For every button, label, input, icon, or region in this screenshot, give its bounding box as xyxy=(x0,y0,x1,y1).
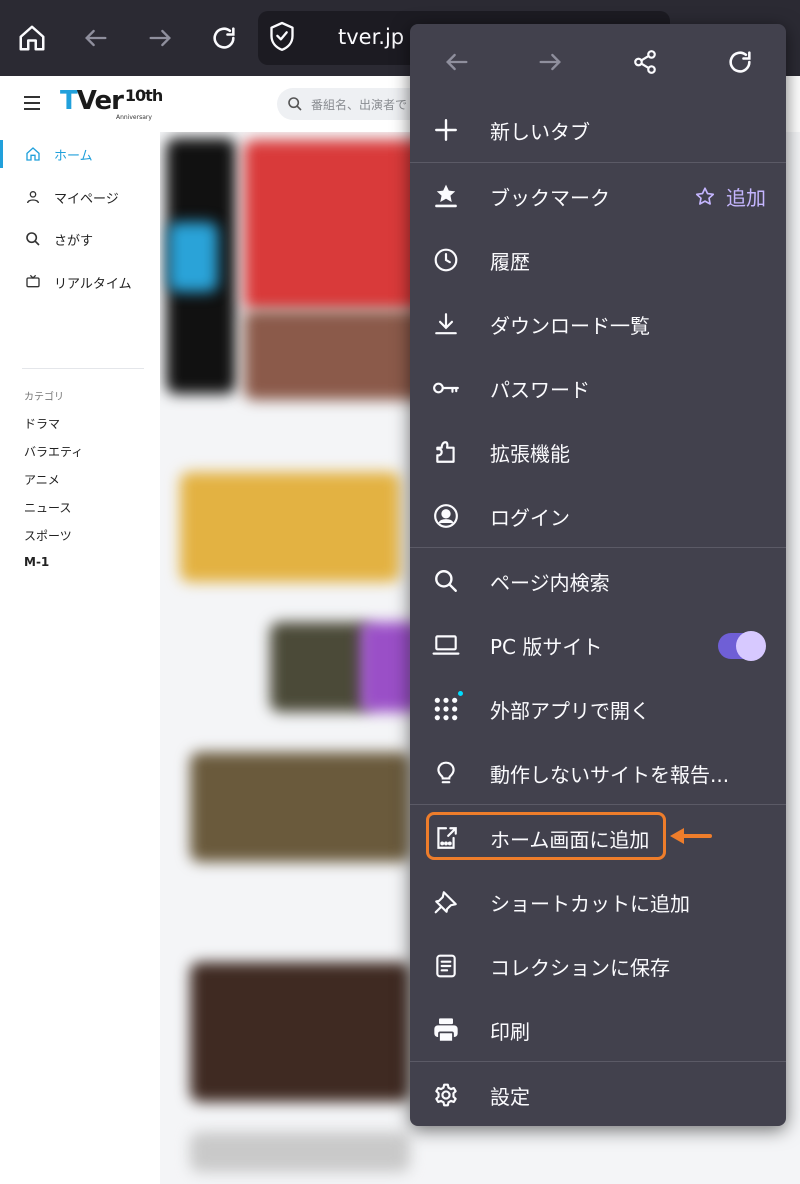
home-button[interactable] xyxy=(12,18,52,58)
arrow-right-icon xyxy=(539,53,561,71)
menu-separator xyxy=(410,547,786,548)
desktop-site-toggle[interactable] xyxy=(718,631,766,661)
search-icon xyxy=(432,567,460,595)
home-icon xyxy=(24,145,42,163)
blurred-thumbnail xyxy=(180,472,400,582)
arrow-left-icon xyxy=(85,29,107,47)
nav-search[interactable]: さがす xyxy=(0,219,160,259)
menu-item-new-tab[interactable]: 新しいタブ xyxy=(410,98,786,162)
back-button[interactable] xyxy=(76,18,116,58)
url-text: tver.jp xyxy=(338,25,405,49)
site-sidebar: ホーム マイページ さがす リアルタイム カテゴリ ドラマ バラエティ アニメ … xyxy=(0,132,160,1184)
arrow-right-icon xyxy=(149,29,171,47)
menu-item-downloads[interactable]: ダウンロード一覧 xyxy=(410,292,786,356)
menu-back-button[interactable] xyxy=(437,42,477,82)
menu-item-passwords[interactable]: パスワード xyxy=(410,356,786,420)
menu-item-history[interactable]: 履歴 xyxy=(410,228,786,292)
account-icon xyxy=(432,502,460,530)
menu-item-desktop-site[interactable]: PC 版サイト xyxy=(410,613,786,677)
menu-item-add-shortcut[interactable]: ショートカットに追加 xyxy=(410,870,786,934)
blurred-thumbnail xyxy=(190,752,410,862)
bookmark-star-icon xyxy=(432,182,460,210)
search-icon xyxy=(288,97,302,111)
search-icon xyxy=(24,230,42,248)
reload-icon xyxy=(729,51,751,73)
blurred-thumbnail xyxy=(168,222,218,292)
category-variety[interactable]: バラエティ xyxy=(24,443,83,460)
category-heading: カテゴリ xyxy=(24,392,64,403)
blurred-thumbnail xyxy=(190,1132,410,1172)
menu-item-settings[interactable]: 設定 xyxy=(410,1063,786,1126)
person-icon xyxy=(24,188,42,206)
menu-item-bookmark[interactable]: ブックマーク 追加 xyxy=(410,164,786,228)
star-outline-icon xyxy=(694,186,716,208)
menu-item-extensions[interactable]: 拡張機能 xyxy=(410,420,786,484)
menu-item-find-in-page[interactable]: ページ内検索 xyxy=(410,549,786,613)
print-icon xyxy=(432,1016,460,1044)
nav-home[interactable]: ホーム xyxy=(0,134,160,174)
laptop-icon xyxy=(432,631,460,659)
plus-icon xyxy=(432,116,460,144)
arrow-left-icon xyxy=(446,53,468,71)
category-drama[interactable]: ドラマ xyxy=(24,415,60,432)
reload-icon xyxy=(213,27,235,49)
download-icon xyxy=(432,310,460,338)
menu-item-login[interactable]: ログイン xyxy=(410,484,786,548)
tver-logo[interactable]: TVer 10th Anniversary xyxy=(60,86,163,121)
bookmark-add-button[interactable]: 追加 xyxy=(694,182,766,211)
menu-forward-button[interactable] xyxy=(530,42,570,82)
menu-item-report-site[interactable]: 動作しないサイトを報告... xyxy=(410,741,786,805)
category-news[interactable]: ニュース xyxy=(24,499,71,516)
arrow-left-icon xyxy=(670,828,712,844)
reload-button[interactable] xyxy=(204,18,244,58)
highlight-box xyxy=(426,812,666,860)
menu-separator xyxy=(410,804,786,805)
hamburger-menu-icon[interactable] xyxy=(24,96,40,110)
menu-nav-row xyxy=(410,24,786,100)
menu-separator xyxy=(410,1061,786,1062)
forward-button[interactable] xyxy=(140,18,180,58)
menu-item-save-to-collection[interactable]: コレクションに保存 xyxy=(410,934,786,998)
menu-item-open-in-app[interactable]: 外部アプリで開く xyxy=(410,677,786,741)
key-icon xyxy=(432,374,460,402)
menu-share-button[interactable] xyxy=(625,42,665,82)
blurred-thumbnail xyxy=(190,962,410,1102)
menu-reload-button[interactable] xyxy=(720,42,760,82)
nav-realtime[interactable]: リアルタイム xyxy=(0,262,160,302)
share-icon xyxy=(634,50,656,74)
sidebar-divider xyxy=(22,368,144,369)
menu-item-print[interactable]: 印刷 xyxy=(410,998,786,1062)
menu-separator xyxy=(410,162,786,163)
gear-icon xyxy=(432,1081,460,1109)
notification-dot xyxy=(456,689,465,698)
category-anime[interactable]: アニメ xyxy=(24,471,60,488)
collection-icon xyxy=(432,952,460,980)
toggle-knob xyxy=(736,631,766,661)
home-icon xyxy=(19,25,45,51)
nav-mypage[interactable]: マイページ xyxy=(0,177,160,217)
category-sports[interactable]: スポーツ xyxy=(24,527,72,544)
lightbulb-icon xyxy=(432,759,460,787)
category-m1[interactable]: M-1 xyxy=(24,555,49,569)
browser-menu: 新しいタブ ブックマーク 追加 履歴 ダウンロード一覧 パスワード 拡張機能 ロ… xyxy=(410,24,786,1126)
clock-icon xyxy=(432,246,460,274)
blurred-thumbnail xyxy=(270,622,370,712)
tv-icon xyxy=(24,273,42,291)
puzzle-icon xyxy=(432,438,460,466)
apps-grid-icon xyxy=(432,695,460,723)
shield-icon[interactable] xyxy=(268,20,296,58)
pin-icon xyxy=(432,888,460,916)
